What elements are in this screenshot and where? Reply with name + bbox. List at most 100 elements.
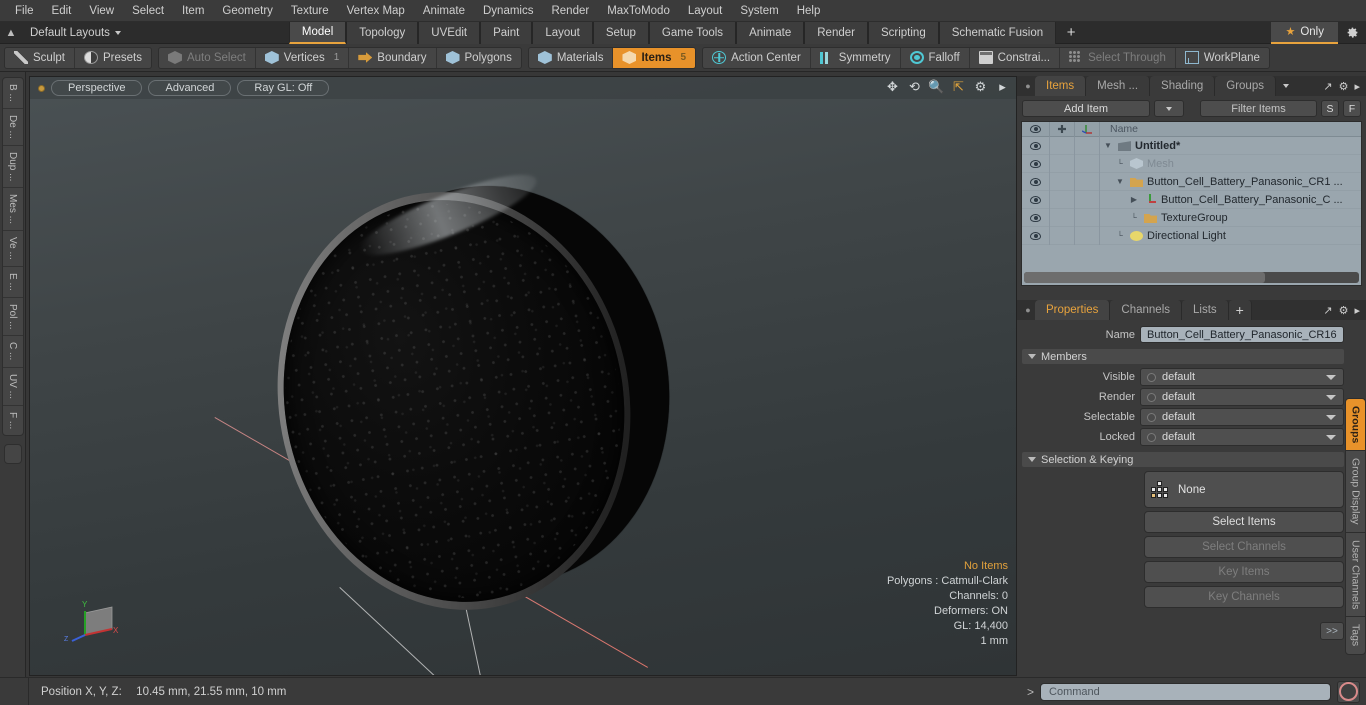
rotate-icon[interactable]: ⟲ <box>907 79 922 94</box>
selection-keying-section-header[interactable]: Selection & Keying <box>1022 452 1344 467</box>
key-items-button[interactable]: Key Items <box>1144 561 1344 583</box>
left-toolbox-extra-button[interactable] <box>3 443 22 464</box>
name-input[interactable]: Button_Cell_Battery_Panasonic_CR16 <box>1140 326 1344 343</box>
default-layouts-dropdown[interactable]: Default Layouts <box>22 27 129 39</box>
left-tab-edge[interactable]: E ... <box>2 267 23 298</box>
toolbar-auto-select-button[interactable]: Auto Select <box>159 47 256 68</box>
tab-channels[interactable]: Channels <box>1110 300 1183 320</box>
vtab-tags[interactable]: Tags <box>1345 616 1366 655</box>
left-tab-fusion[interactable]: F ... <box>3 406 23 435</box>
battery-model-3d[interactable] <box>242 156 704 641</box>
toolbar-presets-button[interactable]: Presets <box>75 48 151 68</box>
select-items-button[interactable]: Select Items <box>1144 511 1344 533</box>
row-lock-cell[interactable] <box>1050 190 1075 209</box>
tab-lists[interactable]: Lists <box>1182 300 1229 320</box>
tab-mesh[interactable]: Mesh ... <box>1086 76 1151 96</box>
row-lock-cell[interactable] <box>1050 172 1075 191</box>
tree-item-battery-group[interactable]: ▼ Button_Cell_Battery_Panasonic_CR1 ... <box>1100 176 1361 188</box>
row-visibility-toggle[interactable] <box>1022 154 1050 173</box>
tab-schematic-fusion[interactable]: Schematic Fusion <box>938 21 1057 44</box>
tab-setup[interactable]: Setup <box>592 21 649 44</box>
tree-item-directional-light[interactable]: └ Directional Light <box>1100 230 1361 242</box>
gear-icon[interactable]: ⚙ <box>1339 304 1349 317</box>
tab-properties[interactable]: Properties <box>1035 300 1111 320</box>
tree-item-texture-group[interactable]: └ TextureGroup <box>1100 212 1361 224</box>
menu-item-vertex-map[interactable]: Vertex Map <box>338 3 414 19</box>
table-row[interactable]: ▶ Button_Cell_Battery_Panasonic_C ... <box>1022 190 1361 209</box>
home-arrow-icon[interactable]: ▲ <box>0 23 22 43</box>
filter-s-button[interactable]: S <box>1321 100 1339 117</box>
table-row[interactable]: └ TextureGroup <box>1022 208 1361 227</box>
tree-item-scene[interactable]: ▼ Untitled* <box>1100 140 1361 152</box>
add-item-button[interactable]: Add Item <box>1022 100 1150 117</box>
menu-item-maxtomodo[interactable]: MaxToModo <box>598 3 679 19</box>
row-visibility-toggle[interactable] <box>1022 208 1050 227</box>
locked-dropdown[interactable]: default <box>1140 428 1344 446</box>
command-input[interactable]: Command <box>1040 682 1331 701</box>
row-axis-cell[interactable] <box>1075 226 1100 245</box>
tab-paint[interactable]: Paint <box>480 21 533 44</box>
tab-render[interactable]: Render <box>804 21 868 44</box>
toolbar-action-center-button[interactable]: Action Center <box>703 47 811 68</box>
row-lock-cell[interactable] <box>1050 226 1075 245</box>
selectable-knob-icon[interactable] <box>1147 412 1156 422</box>
panel-tabs-overflow-button[interactable] <box>1276 76 1296 96</box>
viewport-view-mode-button[interactable]: Perspective <box>51 80 143 96</box>
tab-shading[interactable]: Shading <box>1150 76 1216 96</box>
row-lock-cell[interactable] <box>1050 208 1075 227</box>
twirl-open-icon[interactable]: ▼ <box>1114 177 1126 186</box>
render-dropdown[interactable]: default <box>1140 388 1344 406</box>
tab-game-tools[interactable]: Game Tools <box>648 21 737 44</box>
viewport-raygl-button[interactable]: Ray GL: Off <box>237 80 330 96</box>
menu-item-select[interactable]: Select <box>123 3 173 19</box>
filter-items-input[interactable]: Filter Items <box>1200 100 1317 117</box>
selection-set-picker[interactable]: None <box>1144 471 1344 508</box>
twirl-closed-icon[interactable]: ▶ <box>1128 195 1140 204</box>
toolbar-vertices-button[interactable]: Vertices 1 <box>256 47 350 68</box>
menu-item-dynamics[interactable]: Dynamics <box>474 3 542 19</box>
vtab-group-display[interactable]: Group Display <box>1345 450 1366 532</box>
table-row[interactable]: └ Directional Light <box>1022 226 1361 245</box>
toolbar-workplane-button[interactable]: WorkPlane <box>1176 48 1269 68</box>
only-toggle[interactable]: ★ Only <box>1271 21 1338 44</box>
left-tab-vertex[interactable]: Ve ... <box>2 231 23 267</box>
left-tab-polygon[interactable]: Pol ... <box>2 298 23 337</box>
move-icon[interactable]: ✥ <box>885 79 900 94</box>
add-item-dropdown-button[interactable] <box>1154 100 1184 117</box>
left-tab-deform[interactable]: De ... <box>2 109 23 146</box>
tab-scripting[interactable]: Scripting <box>867 21 939 44</box>
toolbar-select-through-button[interactable]: Select Through <box>1060 47 1176 68</box>
twirl-open-icon[interactable]: ▼ <box>1102 141 1114 150</box>
select-channels-button[interactable]: Select Channels <box>1144 536 1344 558</box>
row-axis-cell[interactable] <box>1075 154 1100 173</box>
visible-dropdown[interactable]: default <box>1140 368 1344 386</box>
row-visibility-toggle[interactable] <box>1022 190 1050 209</box>
menu-item-help[interactable]: Help <box>788 3 830 19</box>
menu-item-edit[interactable]: Edit <box>43 3 81 19</box>
row-visibility-toggle[interactable] <box>1022 136 1050 155</box>
toolbar-items-button[interactable]: Items 5 <box>613 47 696 68</box>
maximize-icon[interactable]: ↗ <box>1323 304 1332 317</box>
menu-item-render[interactable]: Render <box>542 3 598 19</box>
left-tab-uv[interactable]: UV ... <box>2 368 23 406</box>
table-row[interactable]: ▼ Button_Cell_Battery_Panasonic_CR1 ... <box>1022 172 1361 191</box>
visible-knob-icon[interactable] <box>1147 372 1156 382</box>
tab-model[interactable]: Model <box>288 21 347 44</box>
gear-icon[interactable] <box>1338 26 1366 39</box>
tab-uvedit[interactable]: UVEdit <box>418 21 481 44</box>
key-channels-button[interactable]: Key Channels <box>1144 586 1344 608</box>
row-lock-cell[interactable] <box>1050 154 1075 173</box>
row-axis-cell[interactable] <box>1075 208 1100 227</box>
selectable-dropdown[interactable]: default <box>1140 408 1344 426</box>
add-properties-tab-button[interactable]: + <box>1228 300 1252 320</box>
menu-item-animate[interactable]: Animate <box>414 3 474 19</box>
vtab-user-channels[interactable]: User Channels <box>1345 531 1366 617</box>
menu-item-view[interactable]: View <box>80 3 123 19</box>
row-visibility-toggle[interactable] <box>1022 226 1050 245</box>
render-knob-icon[interactable] <box>1147 392 1156 402</box>
maximize-icon[interactable]: ↗ <box>1323 80 1332 93</box>
tree-item-battery-locator[interactable]: ▶ Button_Cell_Battery_Panasonic_C ... <box>1100 194 1361 206</box>
members-section-header[interactable]: Members <box>1022 349 1344 364</box>
left-tab-duplicate[interactable]: Dup ... <box>2 146 23 189</box>
toolbar-sculpt-button[interactable]: Sculpt <box>5 47 75 68</box>
